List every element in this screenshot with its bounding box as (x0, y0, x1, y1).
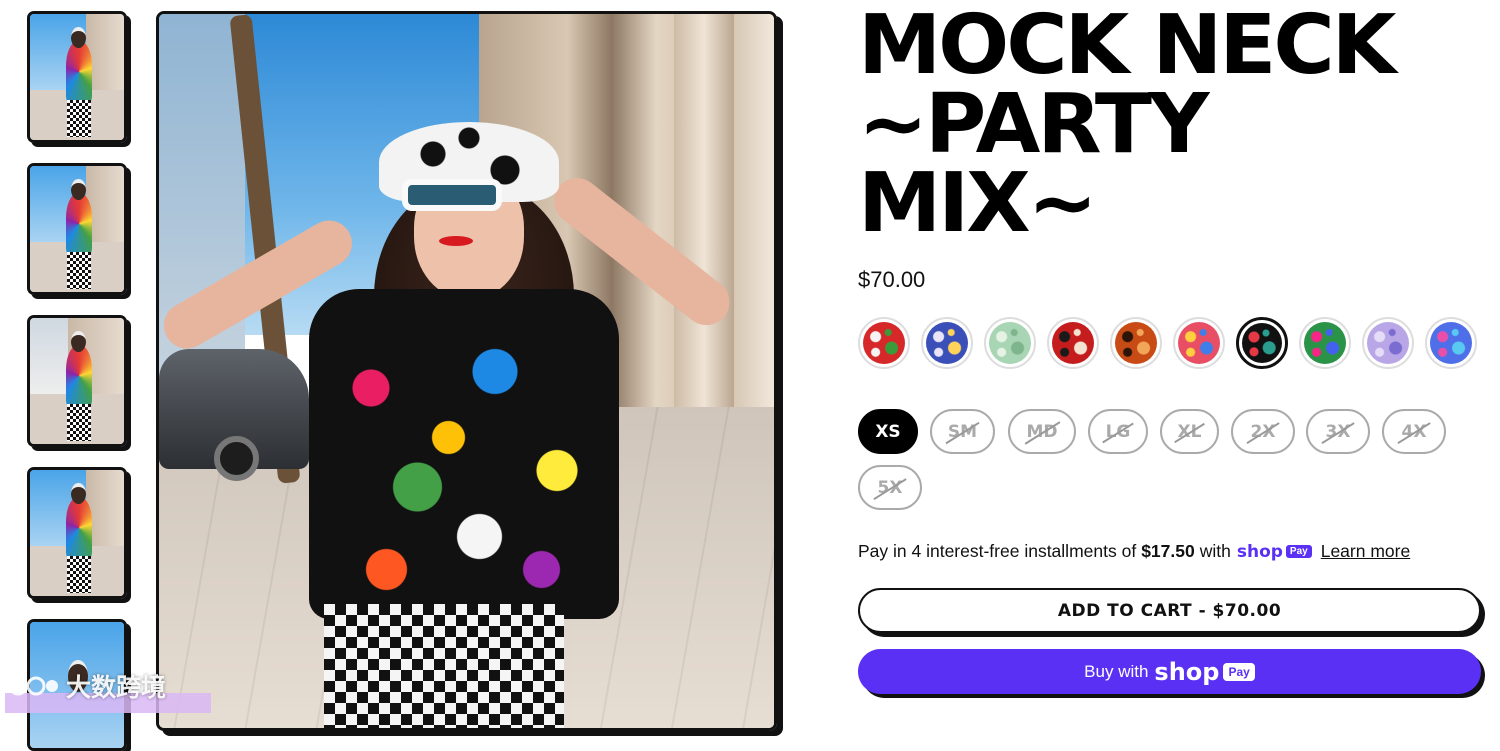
add-to-cart-button[interactable]: ADD TO CART - $70.00 (858, 588, 1481, 633)
swatch-strawberry-floral[interactable] (858, 317, 910, 369)
learn-more-link[interactable]: Learn more (1321, 541, 1411, 562)
installments-with: with (1199, 541, 1231, 561)
swatch-mint-marble[interactable] (984, 317, 1036, 369)
swatch-pattern (926, 322, 968, 364)
swatch-patchwork[interactable] (1173, 317, 1225, 369)
watermark-text: 大数跨境 (66, 674, 167, 702)
swatch-lavender-drip[interactable] (1362, 317, 1414, 369)
size-option-5x[interactable]: 5X (858, 465, 922, 510)
swatch-pattern (1304, 322, 1346, 364)
product-price: $70.00 (858, 267, 926, 292)
main-product-image[interactable] (156, 11, 777, 731)
swatch-pattern (863, 322, 905, 364)
thumbnail-1[interactable] (27, 11, 127, 143)
swatch-pattern (1178, 322, 1220, 364)
size-option-3x[interactable]: 3X (1306, 409, 1370, 454)
title-line-3: MIX~ (858, 156, 1098, 251)
swatch-pattern (1052, 322, 1094, 364)
swatch-pattern (989, 322, 1031, 364)
installment-amount: $17.50 (1141, 541, 1195, 561)
buy-with-label: Buy with (1084, 661, 1149, 681)
size-option-4x[interactable]: 4X (1382, 409, 1446, 454)
buy-with-shop-pay-button[interactable]: Buy with shop Pay (858, 649, 1481, 694)
size-option-md[interactable]: MD (1008, 409, 1076, 454)
swatch-party-mix[interactable] (1236, 317, 1288, 369)
thumbnail-4[interactable] (27, 467, 127, 599)
shop-pay-badge: Pay (1285, 545, 1312, 558)
swatch-orange-doodle[interactable] (1110, 317, 1162, 369)
size-option-2x[interactable]: 2X (1231, 409, 1295, 454)
swatch-pattern (1242, 323, 1282, 363)
swatch-pattern (1430, 322, 1472, 364)
thumbnail-3[interactable] (27, 315, 127, 447)
swatch-pattern (1367, 322, 1409, 364)
car (159, 349, 309, 481)
watermark: 大数跨境 (8, 668, 166, 704)
pay-badge: Pay (1223, 662, 1255, 681)
size-option-sm[interactable]: SM (930, 409, 995, 454)
installments-prefix: Pay in 4 interest-free installments of (858, 541, 1137, 561)
shop-pay-logo: shop (1236, 541, 1283, 562)
swatch-color-blocks[interactable] (1299, 317, 1351, 369)
size-option-xs[interactable]: XS (858, 409, 918, 454)
swatch-red-monsters[interactable] (1047, 317, 1099, 369)
installments-message: Pay in 4 interest-free installments of $… (858, 541, 1410, 562)
title-line-2: ~PARTY (858, 77, 1209, 172)
swatch-rainbow-squiggle[interactable] (1425, 317, 1477, 369)
watermark-logo-icon (8, 676, 58, 696)
color-swatches (858, 317, 1477, 369)
swatch-blue-clouds[interactable] (921, 317, 973, 369)
gingham-pants (324, 604, 564, 728)
product-title: MOCK NECK ~PARTY MIX~ (858, 0, 1490, 251)
title-line-1: MOCK NECK (858, 0, 1397, 93)
mock-neck-shirt (309, 289, 619, 619)
size-option-lg[interactable]: LG (1088, 409, 1148, 454)
size-option-xl[interactable]: XL (1160, 409, 1219, 454)
swatch-pattern (1115, 322, 1157, 364)
shop-logo: shop (1154, 657, 1220, 686)
sunglasses (402, 179, 502, 211)
thumbnail-2[interactable] (27, 163, 127, 295)
